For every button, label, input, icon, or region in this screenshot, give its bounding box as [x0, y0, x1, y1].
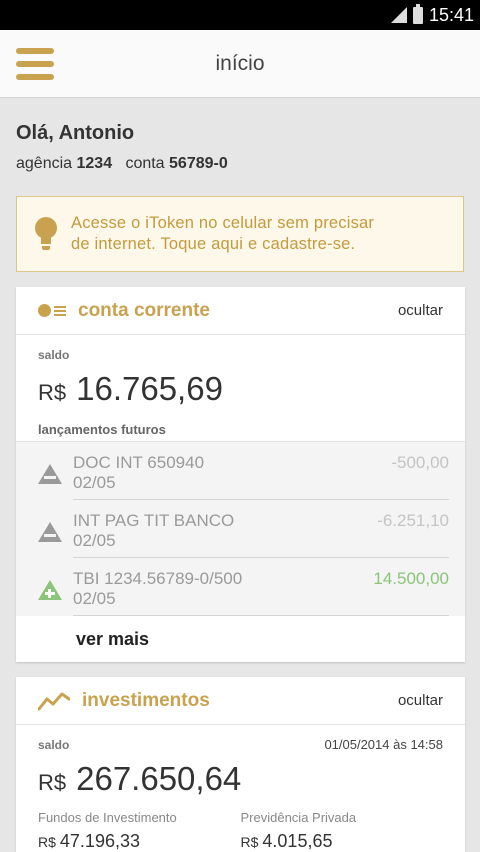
greeting-section: Olá, Antonio agência 1234 conta 56789-0 — [0, 98, 480, 173]
checking-balance: R$ 16.765,69 — [38, 370, 443, 408]
itoken-line-1: Acesse o iToken no celular sem precisar — [71, 214, 375, 232]
status-bar: 15:41 — [0, 0, 480, 30]
checking-hide-button[interactable]: ocultar — [398, 302, 443, 319]
account-list-icon — [38, 304, 66, 317]
transaction-row[interactable]: TBI 1234.56789-0/500 02/05 14.500,00 — [16, 558, 465, 616]
investments-card-title: investimentos — [82, 689, 210, 711]
itoken-banner[interactable]: Acesse o iToken no celular sem precisar … — [16, 196, 464, 272]
pension-value: R$ 4.015,65 — [241, 831, 444, 852]
investments-balance-value: 267.650,64 — [76, 760, 242, 797]
account-label: conta — [125, 155, 165, 172]
status-time: 15:41 — [428, 4, 474, 25]
funds-summary[interactable]: Fundos de Investimento R$ 47.196,33 — [38, 810, 241, 852]
see-more-button[interactable]: ver mais — [16, 616, 465, 662]
investments-balance: R$ 267.650,64 — [38, 760, 443, 798]
hamburger-menu-icon[interactable] — [16, 48, 54, 80]
lightbulb-icon — [35, 217, 57, 251]
investments-updated-at: 01/05/2014 às 14:58 — [324, 737, 443, 752]
funds-label: Fundos de Investimento — [38, 810, 177, 825]
funds-currency: R$ — [38, 834, 56, 850]
agency-label: agência — [16, 155, 73, 172]
pension-currency: R$ — [240, 834, 259, 850]
pension-amount: 4.015,65 — [262, 831, 333, 851]
debit-triangle-icon — [38, 464, 62, 484]
funds-value: R$ 47.196,33 — [38, 831, 241, 852]
funds-amount: 47.196,33 — [59, 831, 140, 851]
page-title: início — [215, 51, 265, 75]
checking-balance-label: saldo — [38, 348, 70, 362]
investments-currency: R$ — [38, 770, 67, 795]
trend-chart-icon — [38, 692, 70, 710]
battery-icon — [412, 3, 423, 24]
future-entries-list: DOC INT 650940 02/05 -500,00 INT PAG TIT… — [16, 441, 465, 662]
investments-breakdown: Fundos de Investimento R$ 47.196,33 Previ… — [38, 810, 443, 852]
investments-hide-button[interactable]: ocultar — [398, 692, 443, 709]
transaction-value: -6.251,10 — [377, 511, 449, 530]
transaction-value: 14.500,00 — [373, 569, 449, 588]
greeting-name: Olá, Antonio — [16, 122, 135, 144]
pension-label: Previdência Privada — [240, 810, 357, 825]
itoken-banner-text: Acesse o iToken no celular sem precisar … — [71, 213, 374, 255]
transaction-date: 02/05 — [73, 589, 116, 608]
transaction-date: 02/05 — [73, 531, 116, 550]
agency-number: 1234 — [76, 155, 113, 172]
checking-account-card: conta corrente ocultar saldo R$ 16.765,6… — [16, 287, 465, 662]
transaction-date: 02/05 — [73, 473, 116, 492]
signal-icon — [390, 7, 407, 23]
investments-card-header: investimentos ocultar — [16, 677, 465, 725]
debit-triangle-icon — [38, 522, 62, 542]
app-bar: início — [0, 30, 480, 98]
itoken-line-2: de internet. Toque aqui e cadastre-se. — [71, 235, 356, 253]
transaction-value: -500,00 — [391, 453, 449, 472]
transaction-row[interactable]: DOC INT 650940 02/05 -500,00 — [16, 442, 465, 500]
checking-card-header: conta corrente ocultar — [16, 287, 465, 335]
pension-summary[interactable]: Previdência Privada R$ 4.015,65 — [241, 810, 444, 852]
checking-balance-value: 16.765,69 — [76, 370, 223, 407]
investments-card: investimentos ocultar 01/05/2014 às 14:5… — [16, 677, 465, 852]
future-entries-label: lançamentos futuros — [38, 422, 166, 437]
account-info: agência 1234 conta 56789-0 — [16, 155, 464, 173]
account-number: 56789-0 — [169, 155, 228, 172]
checking-card-title: conta corrente — [78, 299, 210, 321]
transaction-row[interactable]: INT PAG TIT BANCO 02/05 -6.251,10 — [16, 500, 465, 558]
checking-currency: R$ — [38, 380, 67, 405]
